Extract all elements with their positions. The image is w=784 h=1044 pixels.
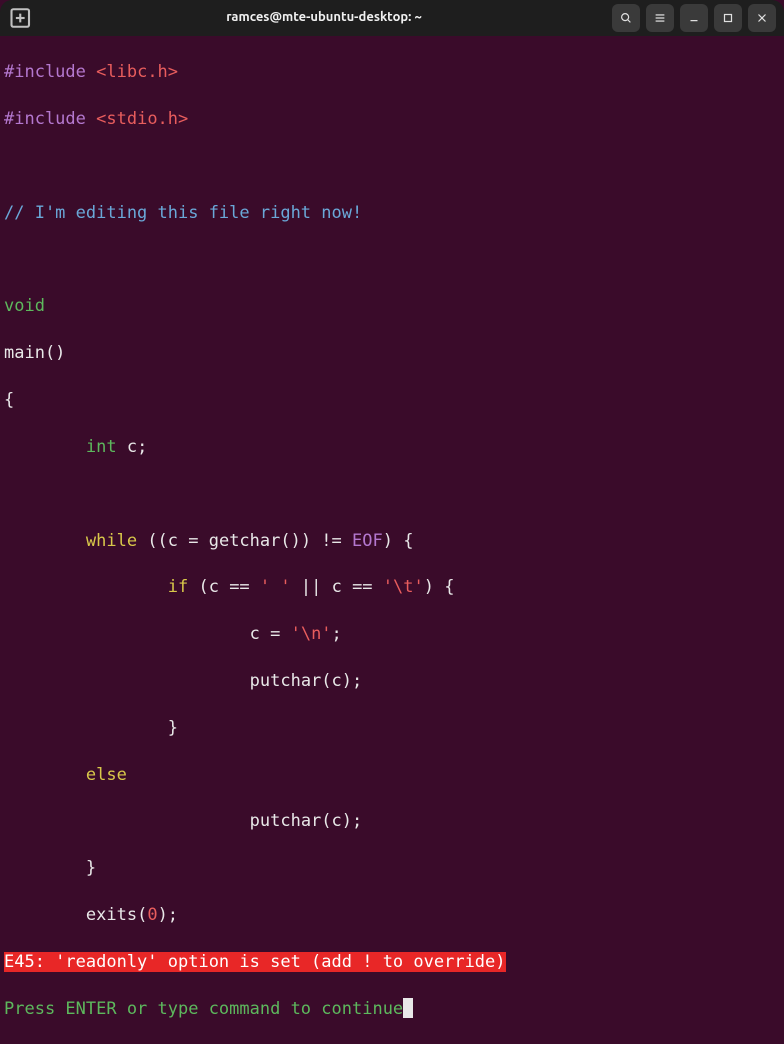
char-literal: '\n' [291, 624, 332, 644]
number: 0 [147, 905, 157, 925]
code-line: } [4, 717, 780, 740]
code-line: #include <stdio.h> [4, 108, 780, 131]
error-line: E45: 'readonly' option is set (add ! to … [4, 951, 780, 974]
code-text: ; [332, 624, 342, 644]
code-text: putchar(c); [250, 671, 363, 691]
code-text: ) { [383, 531, 414, 551]
code-line: } [4, 857, 780, 880]
code-text: ((c = getchar()) != [137, 531, 352, 551]
menu-button[interactable] [646, 4, 674, 32]
code-text: (c == [188, 577, 260, 597]
preproc: #include [4, 109, 86, 129]
code-line: void [4, 295, 780, 318]
code-text: exits( [86, 905, 147, 925]
char-literal: ' ' [260, 577, 291, 597]
code-line: #include <libc.h> [4, 61, 780, 84]
terminal-content[interactable]: #include <libc.h> #include <stdio.h> // … [0, 36, 784, 1044]
code-line: putchar(c); [4, 810, 780, 833]
keyword: if [168, 577, 188, 597]
code-text: c; [117, 437, 148, 457]
code-text: c = [250, 624, 291, 644]
type-keyword: void [4, 296, 45, 316]
code-line [4, 483, 780, 506]
brace: { [4, 390, 14, 410]
keyword: else [86, 765, 127, 785]
brace: } [86, 858, 96, 878]
include-header: <stdio.h> [96, 109, 188, 129]
type-keyword: int [86, 437, 117, 457]
close-icon [755, 11, 769, 25]
code-line: int c; [4, 436, 780, 459]
code-line: putchar(c); [4, 670, 780, 693]
code-line [4, 249, 780, 272]
code-text: ); [158, 905, 178, 925]
code-line: if (c == ' ' || c == '\t') { [4, 576, 780, 599]
include-header: <libc.h> [96, 62, 178, 82]
function-name: main() [4, 343, 65, 363]
hamburger-icon [653, 11, 667, 25]
search-icon [619, 11, 633, 25]
preproc: #include [4, 62, 86, 82]
code-text: putchar(c); [250, 811, 363, 831]
code-text: ) { [424, 577, 455, 597]
code-line: while ((c = getchar()) != EOF) { [4, 530, 780, 553]
code-line: main() [4, 342, 780, 365]
char-literal: '\t' [383, 577, 424, 597]
search-button[interactable] [612, 4, 640, 32]
window-titlebar: ramces@mte-ubuntu-desktop: ~ [0, 0, 784, 36]
maximize-button[interactable] [714, 4, 742, 32]
keyword: while [86, 531, 137, 551]
code-text: || c == [291, 577, 383, 597]
close-button[interactable] [748, 4, 776, 32]
code-line: else [4, 764, 780, 787]
error-message: E45: 'readonly' option is set (add ! to … [4, 952, 506, 972]
code-line: // I'm editing this file right now! [4, 202, 780, 225]
new-tab-button[interactable] [8, 4, 36, 32]
constant: EOF [352, 531, 383, 551]
code-line: exits(0); [4, 904, 780, 927]
cursor-block [403, 998, 413, 1018]
comment: // I'm editing this file right now! [4, 203, 362, 223]
window-controls [612, 4, 776, 32]
minimize-button[interactable] [680, 4, 708, 32]
window-title: ramces@mte-ubuntu-desktop: ~ [36, 6, 612, 29]
maximize-icon [721, 11, 735, 25]
prompt-line: Press ENTER or type command to continue [4, 998, 780, 1021]
code-line: c = '\n'; [4, 623, 780, 646]
code-line: { [4, 389, 780, 412]
minimize-icon [687, 11, 701, 25]
prompt-message: Press ENTER or type command to continue [4, 999, 403, 1019]
plus-tab-icon [8, 4, 36, 32]
brace: } [168, 718, 178, 738]
code-line [4, 155, 780, 178]
